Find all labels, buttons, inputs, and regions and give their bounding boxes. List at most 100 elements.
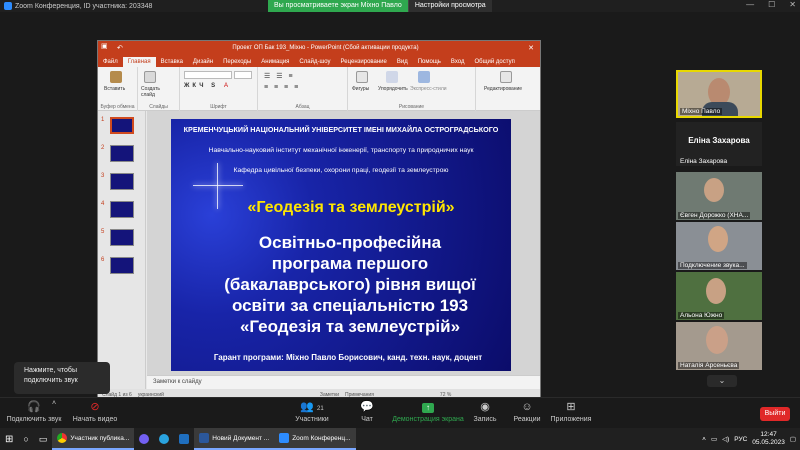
taskbar-chrome-label: Участник публика... xyxy=(70,434,130,442)
participant-tile[interactable]: Євген Дорожко (ХНА... xyxy=(676,172,762,220)
participant-tile[interactable]: Альона Южно xyxy=(676,272,762,320)
tab-signin[interactable]: Вход xyxy=(446,57,470,67)
slide-thumbnail-5[interactable] xyxy=(110,229,134,246)
zoom-logo-icon xyxy=(4,2,12,10)
new-slide-icon[interactable] xyxy=(144,71,156,83)
tab-transitions[interactable]: Переходы xyxy=(218,57,256,67)
notifications-icon[interactable]: ▢ xyxy=(790,435,796,443)
drawing-label: Рисование xyxy=(398,104,425,110)
windows-start-icon[interactable]: ⊞ xyxy=(0,428,18,450)
app-icon xyxy=(179,434,190,444)
align-icons[interactable]: ≡ ≡ ≡ ≡ xyxy=(264,84,300,91)
participant-tile[interactable]: Наталія Арсеньєва xyxy=(676,322,762,370)
volume-icon[interactable]: ◁) xyxy=(722,435,729,443)
font-size-field[interactable] xyxy=(234,71,252,79)
maximize-icon[interactable]: ☐ xyxy=(768,0,775,9)
participants-button[interactable]: 👥 21 Участники xyxy=(292,400,332,423)
participant-tile-active-speaker[interactable]: Міхно Павло xyxy=(676,70,762,118)
taskbar-word-button[interactable]: Новий Документ ... xyxy=(194,428,275,450)
gallery-scroll-down-icon[interactable]: ⌄ xyxy=(707,375,737,387)
save-icon[interactable]: ▣ xyxy=(101,42,113,54)
figures-label: Фигуры xyxy=(352,86,370,92)
font-color-icon[interactable]: A xyxy=(224,83,228,89)
window-controls: — ☐ ✕ xyxy=(746,0,796,9)
participants-icon: 👥 21 xyxy=(300,401,324,413)
tab-design[interactable]: Дизайн xyxy=(188,57,218,67)
tray-chevron-icon[interactable]: ˄ xyxy=(702,436,706,443)
font-name-field[interactable] xyxy=(184,71,232,79)
video-off-icon: ⊘ xyxy=(90,401,100,413)
slide-thumbnail-3[interactable] xyxy=(110,173,134,190)
audio-options-chevron-icon[interactable]: ˄ xyxy=(50,400,58,407)
tab-animation[interactable]: Анимация xyxy=(256,57,294,67)
list-icons[interactable]: ☰ ☰ ≡ xyxy=(264,72,295,80)
slide-thumbnail-2[interactable] xyxy=(110,145,134,162)
tab-help[interactable]: Помощь xyxy=(413,57,446,67)
word-icon xyxy=(199,433,210,443)
flare-icon xyxy=(193,185,243,186)
search-icon[interactable] xyxy=(500,71,512,83)
clock[interactable]: 12:47 05.05.2023 xyxy=(752,431,785,447)
thumb-number: 4 xyxy=(101,201,105,207)
slide-main-line: Освітньо-професійна xyxy=(258,233,442,252)
participant-name: Євген Дорожко (ХНА... xyxy=(678,212,751,219)
language-indicator[interactable]: РУС xyxy=(734,436,747,443)
slides-label: Слайды xyxy=(149,104,168,110)
tab-file[interactable]: Файл xyxy=(98,57,123,67)
chat-button[interactable]: 💬 Чат xyxy=(355,400,379,423)
slide-thumbnail-6[interactable] xyxy=(110,257,134,274)
taskbar-zoom-label: Zoom Конференц... xyxy=(292,434,351,442)
taskbar-zoom-button[interactable]: Zoom Конференц... xyxy=(274,428,356,450)
slide-thumbnail-4[interactable] xyxy=(110,201,134,218)
taskbar-search-icon[interactable]: ○ xyxy=(18,428,33,450)
windows-taskbar: ⊞ ○ ▭ Участник публика... Новий Документ… xyxy=(0,428,800,450)
shapes-icon[interactable] xyxy=(356,71,368,83)
clock-time: 12:47 xyxy=(760,431,777,438)
ppt-close-icon[interactable]: ✕ xyxy=(528,44,534,52)
minimize-icon[interactable]: — xyxy=(746,0,754,9)
slide-editor[interactable]: КРЕМЕНЧУЦЬКИЙ НАЦІОНАЛЬНИЙ УНІВЕРСИТЕТ І… xyxy=(147,111,540,375)
taskbar-app-button[interactable] xyxy=(174,428,194,450)
zoom-icon xyxy=(279,433,290,443)
group-drawing: Фигуры Упорядочить Экспресс-стили Рисова… xyxy=(348,67,476,111)
clipboard-label: Буфер обмена xyxy=(100,104,135,110)
audio-tooltip: Нажмите, чтобы подключить звук xyxy=(14,362,110,394)
paste-label: Вставить xyxy=(104,86,126,92)
start-video-button[interactable]: ⊘ Начать видео xyxy=(70,400,120,423)
thumb-number: 1 xyxy=(101,117,105,123)
quick-styles-icon[interactable] xyxy=(418,71,430,83)
slide-thumbnail-1[interactable] xyxy=(110,117,134,134)
participant-name: Міхно Павло xyxy=(680,108,723,115)
taskbar-chrome-button[interactable]: Участник публика... xyxy=(52,428,135,450)
record-button[interactable]: ◉ Запись xyxy=(472,400,498,423)
current-slide[interactable]: КРЕМЕНЧУЦЬКИЙ НАЦІОНАЛЬНИЙ УНІВЕРСИТЕТ І… xyxy=(171,119,511,371)
tab-slideshow[interactable]: Слайд-шоу xyxy=(294,57,335,67)
tab-review[interactable]: Рецензирование xyxy=(336,57,392,67)
thumb-number: 3 xyxy=(101,173,105,179)
tab-share[interactable]: Общий доступ xyxy=(470,57,520,67)
participant-tile[interactable]: Подключение звука... xyxy=(676,222,762,270)
arrange-icon[interactable] xyxy=(386,71,398,83)
notes-pane[interactable]: Заметки к слайду xyxy=(147,375,540,389)
taskbar-telegram-button[interactable] xyxy=(154,428,174,450)
task-view-icon[interactable]: ▭ xyxy=(34,428,53,450)
paste-icon[interactable] xyxy=(110,71,122,83)
font-style-buttons[interactable]: ЖКЧ S xyxy=(184,83,218,89)
leave-button[interactable]: Выйти xyxy=(760,407,790,421)
tab-insert[interactable]: Вставка xyxy=(156,57,188,67)
network-icon[interactable]: ▭ xyxy=(711,435,717,443)
participant-gallery: Міхно Павло Еліна Захарова Еліна Захаров… xyxy=(676,68,764,392)
participant-tile-name-only[interactable]: Еліна Захарова Еліна Захарова xyxy=(676,122,762,166)
share-screen-button[interactable]: ↑ Демонстрация экрана xyxy=(392,400,464,423)
tab-view[interactable]: Вид xyxy=(392,57,413,67)
close-icon[interactable]: ✕ xyxy=(789,0,796,9)
tab-home[interactable]: Главная xyxy=(122,57,156,67)
view-options-button[interactable]: Настройки просмотра xyxy=(407,0,492,12)
reactions-button[interactable]: ☺ Реакции xyxy=(512,400,542,423)
group-slides: Создать слайд Слайды xyxy=(138,67,180,111)
taskbar-viber-button[interactable] xyxy=(134,428,154,450)
apps-button[interactable]: ⊞ Приложения xyxy=(548,400,594,423)
share-banner: Вы просматриваете экран Міхно Павло Наст… xyxy=(268,0,492,12)
ribbon: Вставить Буфер обмена Создать слайд Слай… xyxy=(98,67,540,111)
apps-label: Приложения xyxy=(550,416,592,423)
